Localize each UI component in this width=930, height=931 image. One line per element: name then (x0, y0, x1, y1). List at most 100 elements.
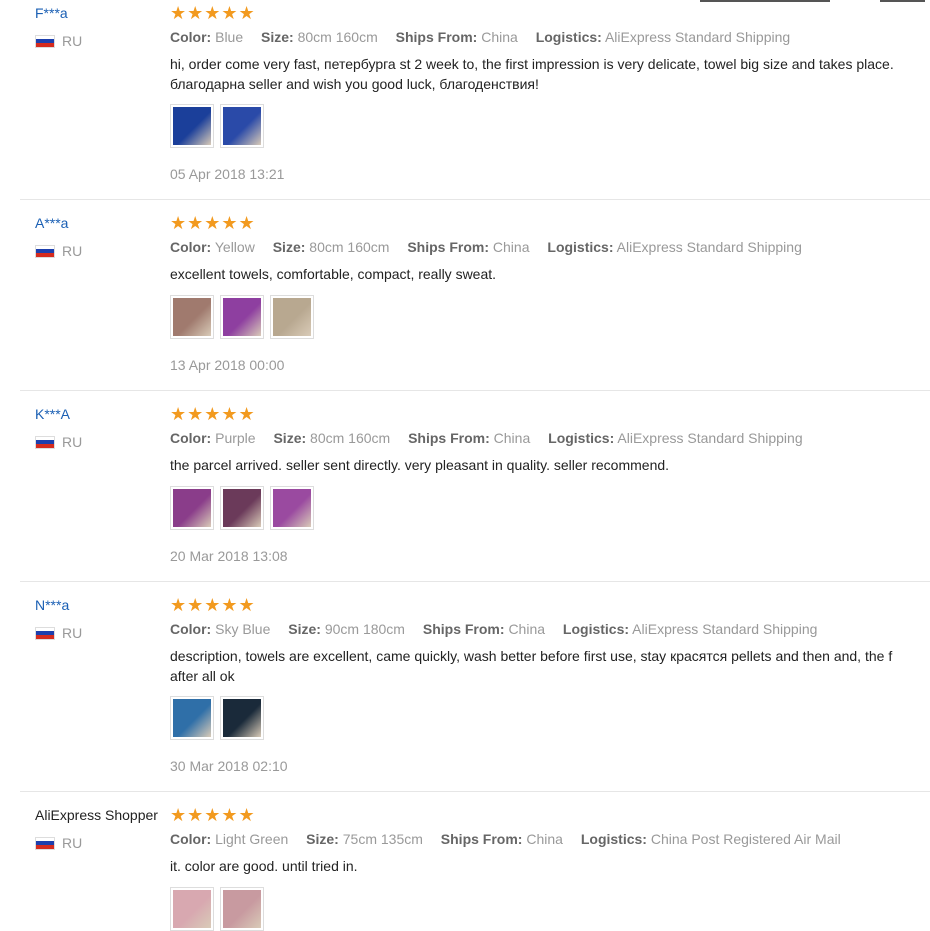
review-text-line-1: hi, order come very fast, петербурга st … (170, 56, 894, 72)
russia-flag-icon (35, 34, 55, 48)
star-rating: ★★★★★ (170, 3, 256, 23)
logistics-label: Logistics: (547, 239, 614, 255)
ships-from-value: China (526, 831, 563, 847)
color-value: Yellow (214, 239, 255, 255)
review-date: 05 Apr 2018 13:21 (170, 166, 285, 182)
ships-from-label: Ships From: (408, 430, 490, 446)
sku-info: Color: Yellow Size: 80cm 160cm Ships Fro… (170, 239, 816, 255)
logistics-value: AliExpress Standard Shipping (604, 29, 791, 45)
review-text-line-1: description, towels are excellent, came … (170, 648, 893, 664)
sku-info: Color: Light Green Size: 75cm 135cm Ship… (170, 831, 855, 847)
logistics-label: Logistics: (580, 831, 647, 847)
logistics-label: Logistics: (548, 430, 615, 446)
photo-image (173, 107, 211, 145)
reviewer-name: AliExpress Shopper (35, 807, 158, 823)
ships-from-label: Ships From: (395, 29, 478, 45)
review-photo-thumbnail[interactable] (170, 104, 214, 148)
review-photos (170, 104, 264, 148)
photo-image (273, 298, 311, 336)
photo-image (173, 489, 211, 527)
review-date: 30 Mar 2018 02:10 (170, 758, 288, 774)
review-photos (170, 295, 314, 339)
size-value: 90cm 180cm (324, 621, 405, 637)
color-label: Color: (170, 621, 212, 637)
color-label: Color: (170, 29, 212, 45)
review-photo-thumbnail[interactable] (220, 486, 264, 530)
review-photo-thumbnail[interactable] (220, 696, 264, 740)
star-rating: ★★★★★ (170, 404, 256, 424)
reviewer-name[interactable]: K***A (35, 406, 70, 422)
review-photo-thumbnail[interactable] (220, 295, 264, 339)
size-value: 75cm 135cm (342, 831, 423, 847)
review-text-line-1: it. color are good. until tried in. (170, 858, 358, 874)
logistics-value: AliExpress Standard Shipping (617, 430, 803, 446)
review-text-line-1: excellent towels, comfortable, compact, … (170, 266, 497, 282)
photo-image (273, 489, 311, 527)
review-text-line-2: after all ok (170, 668, 235, 684)
photo-image (223, 489, 261, 527)
ships-from-value: China (481, 29, 518, 45)
top-cutoff-bar-1 (700, 0, 830, 2)
photo-image (223, 298, 261, 336)
size-label: Size: (288, 621, 321, 637)
ships-from-value: China (492, 239, 530, 255)
logistics-label: Logistics: (535, 29, 602, 45)
logistics-value: AliExpress Standard Shipping (632, 621, 818, 637)
review-date: 13 Apr 2018 00:00 (170, 357, 285, 373)
reviewer-country: RU (35, 33, 82, 49)
country-code: RU (62, 625, 83, 641)
review-photo-thumbnail[interactable] (220, 104, 264, 148)
star-rating: ★★★★★ (170, 213, 256, 233)
logistics-label: Logistics: (562, 621, 630, 637)
star-rating: ★★★★★ (170, 805, 256, 825)
review-text-line-2: благодарна seller and wish you good luck… (170, 76, 539, 92)
review-date: 20 Mar 2018 13:08 (170, 548, 288, 564)
russia-flag-icon (35, 244, 55, 258)
size-label: Size: (273, 430, 307, 446)
size-label: Size: (306, 831, 339, 847)
size-value: 80cm 160cm (309, 239, 390, 255)
reviewer-name[interactable]: A***a (35, 215, 68, 231)
reviewer-country: RU (35, 835, 82, 851)
reviewer-country: RU (35, 625, 82, 641)
review-photo-thumbnail[interactable] (270, 486, 314, 530)
reviewer-name[interactable]: N***a (35, 597, 69, 613)
sku-info: Color: Purple Size: 80cm 160cm Ships Fro… (170, 430, 817, 446)
reviewer-country: RU (35, 243, 82, 259)
reviewer-name[interactable]: F***a (35, 5, 68, 21)
review-separator (20, 581, 930, 582)
review-photos (170, 696, 264, 740)
size-label: Size: (261, 29, 294, 45)
color-value: Blue (215, 29, 244, 45)
review-photo-thumbnail[interactable] (170, 486, 214, 530)
russia-flag-icon (35, 435, 55, 449)
review-photo-thumbnail[interactable] (170, 887, 214, 931)
russia-flag-icon (35, 626, 55, 640)
size-value: 80cm 160cm (297, 29, 378, 45)
review-photos (170, 486, 314, 530)
photo-image (223, 699, 261, 737)
color-value: Sky Blue (215, 621, 271, 637)
photo-image (223, 890, 261, 928)
country-code: RU (62, 835, 83, 851)
logistics-value: China Post Registered Air Mail (650, 831, 841, 847)
photo-image (173, 699, 211, 737)
color-label: Color: (170, 831, 212, 847)
ships-from-value: China (508, 621, 546, 637)
photo-image (173, 890, 211, 928)
sku-info: Color: Blue Size: 80cm 160cm Ships From:… (170, 29, 804, 45)
country-code: RU (62, 33, 83, 49)
review-photo-thumbnail[interactable] (170, 696, 214, 740)
review-photo-thumbnail[interactable] (220, 887, 264, 931)
review-separator (20, 390, 930, 391)
review-photo-thumbnail[interactable] (270, 295, 314, 339)
ships-from-label: Ships From: (440, 831, 523, 847)
star-rating: ★★★★★ (170, 595, 256, 615)
size-label: Size: (272, 239, 306, 255)
country-code: RU (62, 434, 83, 450)
review-photo-thumbnail[interactable] (170, 295, 214, 339)
color-label: Color: (170, 430, 212, 446)
ships-from-label: Ships From: (407, 239, 490, 255)
ships-from-label: Ships From: (422, 621, 505, 637)
color-label: Color: (170, 239, 212, 255)
